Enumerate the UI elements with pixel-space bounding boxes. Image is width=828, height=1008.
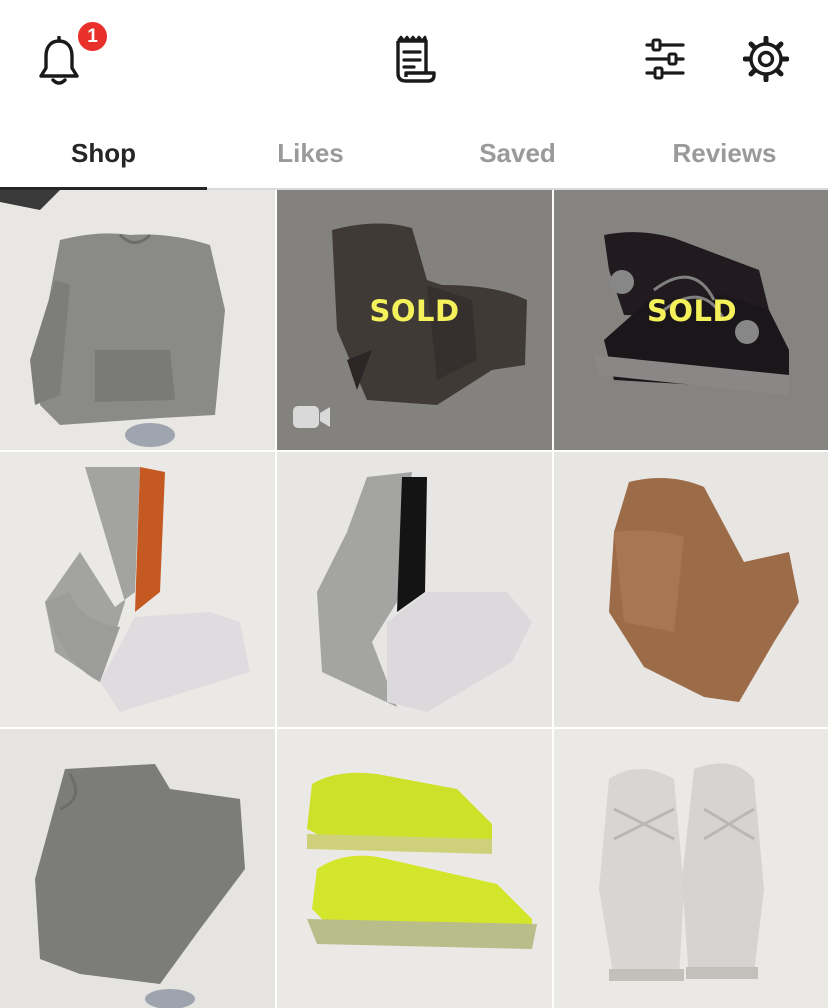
top-bar: 1 [0, 0, 828, 118]
sold-label: SOLD [369, 294, 460, 328]
listing-tile-orange-colorblock-joggers[interactable] [0, 452, 275, 727]
listing-tile-black-high-tops[interactable]: SOLD [554, 190, 828, 450]
listing-photo [277, 452, 552, 727]
listing-photo [554, 452, 828, 727]
sliders-icon [645, 38, 685, 80]
notification-badge: 1 [76, 20, 109, 53]
listing-tile-black-colorblock-joggers[interactable] [277, 452, 552, 727]
listing-photo [0, 190, 275, 450]
listing-tile-brown-fleece-joggers[interactable] [554, 452, 828, 727]
receipt-icon [396, 35, 436, 83]
sold-label: SOLD [646, 294, 738, 328]
settings-button[interactable] [740, 33, 792, 85]
bell-icon [39, 36, 79, 85]
gear-icon [743, 36, 789, 82]
listing-photo [0, 452, 275, 727]
video-icon [293, 406, 330, 428]
listing-tile-grey-cargo-pants[interactable]: SOLD [277, 190, 552, 450]
filter-button[interactable] [640, 34, 690, 84]
tab-reviews[interactable]: Reviews [621, 118, 828, 188]
listing-grid: SOLD SOLD [0, 190, 828, 1008]
listing-photo [554, 729, 828, 1008]
listing-tile-neon-yellow-sneakers[interactable] [277, 729, 552, 1008]
listing-tile-white-sneakers[interactable] [554, 729, 828, 1008]
tab-shop[interactable]: Shop [0, 118, 207, 190]
tab-likes[interactable]: Likes [207, 118, 414, 188]
listing-photo [0, 729, 275, 1008]
listing-tile-grey-sweatpants[interactable] [0, 729, 275, 1008]
tab-saved[interactable]: Saved [414, 118, 621, 188]
closet-tabs: Shop Likes Saved Reviews [0, 118, 828, 190]
orders-button[interactable] [386, 32, 440, 88]
listing-photo [277, 729, 552, 1008]
listing-tile-grey-hoodie[interactable] [0, 190, 275, 450]
